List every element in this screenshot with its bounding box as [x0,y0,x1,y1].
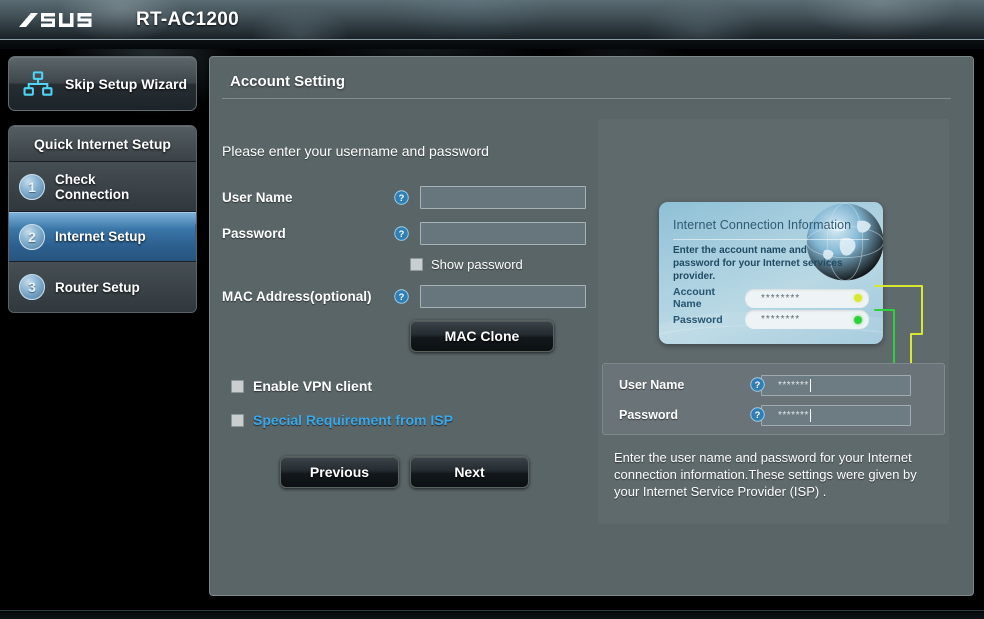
svg-text:?: ? [399,192,405,202]
svg-text:?: ? [755,410,761,420]
field-row-mac-address: MAC Address(optional) ? [222,284,597,308]
svg-text:?: ? [399,291,405,301]
text-caret [809,378,811,392]
skip-setup-wizard-label: Skip Setup Wizard [65,75,188,92]
credentials-highlight-box: User Name ******* Password ******* [602,363,945,435]
help-username-label: User Name [619,378,685,392]
illustration-description: Enter the account name and password for … [673,245,843,282]
step-number-badge: 2 [19,223,45,250]
title-divider [222,98,951,99]
top-header-bar: RT-AC1200 [0,0,984,40]
illustration-title: Internet Connection Information [673,218,852,232]
sidebar-step-internet-setup[interactable]: 2 Internet Setup [9,212,196,262]
step-number-badge: 1 [19,173,45,200]
navigation-buttons: Previous Next [280,456,597,488]
username-label: User Name [222,189,293,205]
show-password-row: Show password [410,257,597,272]
router-setup-page: RT-AC1200 Skip Setup Wizard Quick Intern… [0,0,984,619]
help-password-row: Password ******* [619,404,911,426]
enable-vpn-client-label: Enable VPN client [253,378,373,394]
sidebar-step-label: Check Connection [55,171,130,202]
help-password-label: Password [619,408,679,422]
help-username-value: ******* [778,379,809,391]
enable-vpn-client-row: Enable VPN client [231,378,597,394]
quick-internet-setup-title: Quick Internet Setup [9,126,196,162]
enable-vpn-client-checkbox[interactable] [231,379,244,393]
illustration-password-label: Password [673,313,723,326]
help-question-icon[interactable]: ? [750,377,765,392]
sidebar: Skip Setup Wizard Quick Internet Setup 1… [8,56,203,313]
text-caret [809,408,811,422]
illustration-password-value: ******** [761,314,801,325]
help-question-icon[interactable]: ? [750,407,765,422]
network-topology-icon [23,70,53,96]
skip-setup-wizard-button[interactable]: Skip Setup Wizard [8,56,197,111]
mac-address-input[interactable] [420,284,586,308]
help-username-row: User Name ******* [619,374,911,396]
help-password-value: ******* [778,409,809,421]
password-marker-dot [854,315,862,324]
help-question-icon[interactable]: ? [394,288,409,304]
special-requirement-isp-checkbox[interactable] [231,413,244,427]
account-name-marker-dot [854,294,862,302]
router-model-name: RT-AC1200 [136,9,240,30]
illustration-title-divider [673,239,869,240]
page-title: Account Setting [230,73,345,90]
password-label: Password [222,225,286,241]
password-input[interactable] [420,221,586,245]
field-row-username: User Name ? [222,185,597,209]
illustration-account-name-value: ******** [761,292,801,304]
step-number-badge: 3 [19,274,45,300]
svg-text:?: ? [755,380,761,390]
illustration-account-name-row: Account Name ******** [673,286,873,310]
help-question-icon[interactable]: ? [394,189,409,205]
help-description-text: Enter the user name and password for you… [614,450,917,499]
username-input[interactable] [420,185,586,209]
internet-connection-illustration: Internet Connection Information Enter th… [659,202,883,344]
sidebar-step-router-setup[interactable]: 3 Router Setup [9,262,196,312]
illustration-password-row: Password ******** [673,310,873,329]
mac-clone-button[interactable]: MAC Clone [410,320,554,352]
mac-address-label: MAC Address(optional) [222,288,372,304]
form-intro-text: Please enter your username and password [222,143,489,159]
bottom-strip [0,610,984,619]
svg-text:?: ? [399,228,405,238]
special-requirement-isp-row: Special Requirement from ISP [231,412,597,428]
sidebar-step-label: Internet Setup [55,229,146,244]
illustration-account-name-label: Account Name [673,286,715,310]
mac-clone-wrapper: MAC Clone [410,320,597,352]
help-question-icon[interactable]: ? [394,225,409,241]
account-setting-form: Please enter your username and password … [222,143,597,488]
show-password-label: Show password [431,257,523,272]
next-button[interactable]: Next [410,456,529,488]
help-panel: Internet Connection Information Enter th… [598,119,949,524]
illustration-account-name-field: ******** [745,288,869,308]
illustration-password-field: ******** [745,310,869,329]
help-password-field: ******* [761,404,911,426]
previous-button[interactable]: Previous [280,456,399,488]
asus-wordmark-logo [19,12,92,27]
show-password-checkbox[interactable] [410,258,423,271]
main-content-panel: Account Setting Please enter your userna… [209,56,974,596]
field-row-password: Password ? [222,221,597,245]
quick-internet-setup-panel: Quick Internet Setup 1 Check Connection … [8,125,197,313]
special-requirement-isp-link[interactable]: Special Requirement from ISP [253,412,453,428]
help-username-field: ******* [761,374,911,396]
sidebar-step-check-connection[interactable]: 1 Check Connection [9,162,196,212]
header-divider [0,40,984,49]
sidebar-step-label: Router Setup [55,279,140,295]
